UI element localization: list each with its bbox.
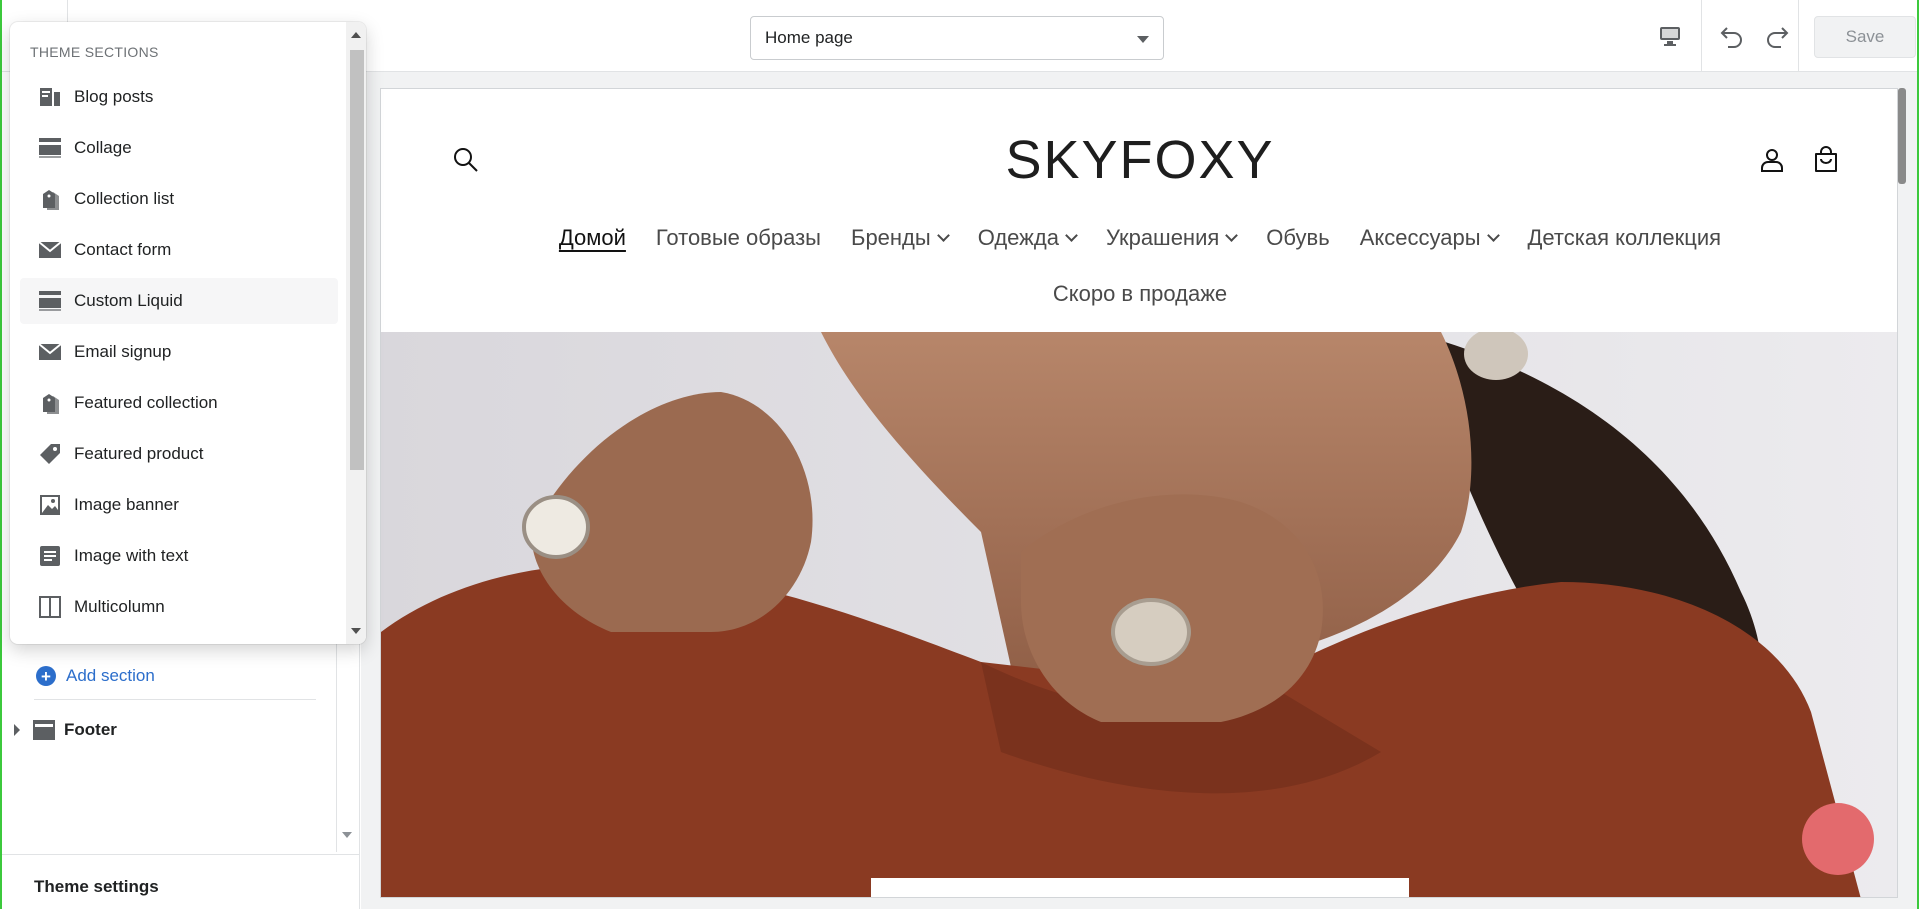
toolbar-divider bbox=[1701, 0, 1702, 72]
banner-content-box bbox=[871, 878, 1409, 897]
section-option-label: Blog posts bbox=[74, 87, 154, 106]
caret-right-icon bbox=[14, 724, 20, 736]
theme-sections-list: Blog posts Collage Collection list Conta… bbox=[20, 74, 338, 635]
section-icon bbox=[38, 136, 62, 160]
sidebar-scroll-down-icon[interactable] bbox=[342, 832, 352, 838]
plus-circle-icon: + bbox=[36, 666, 56, 686]
store-header[interactable]: SKYFOXY Домой Готовые образы Бренды Одеж… bbox=[381, 89, 1897, 332]
nav-item-brands[interactable]: Бренды bbox=[851, 225, 950, 251]
nav-label: Готовые образы bbox=[655, 225, 821, 250]
nav-label: Аксессуары bbox=[1359, 225, 1481, 250]
popover-scrollbar[interactable] bbox=[346, 22, 366, 644]
section-icon bbox=[33, 720, 55, 740]
footer-group[interactable]: Footer bbox=[14, 712, 117, 748]
nav-label: Детская коллекция bbox=[1527, 225, 1722, 250]
section-option-label: Featured collection bbox=[74, 393, 218, 412]
store-preview[interactable]: SKYFOXY Домой Готовые образы Бренды Одеж… bbox=[380, 88, 1898, 898]
nav-item-jewelry[interactable]: Украшения bbox=[1105, 225, 1239, 251]
section-option-blog-posts[interactable]: Blog posts bbox=[20, 74, 338, 120]
hero-photo bbox=[381, 332, 1897, 897]
scroll-down-icon[interactable] bbox=[351, 628, 361, 634]
text-icon bbox=[38, 544, 62, 568]
nav-label: Домой bbox=[558, 225, 626, 250]
scroll-up-icon[interactable] bbox=[351, 32, 361, 38]
section-option-featured-collection[interactable]: Featured collection bbox=[20, 380, 338, 426]
section-option-featured-product[interactable]: Featured product bbox=[20, 431, 338, 477]
theme-sections-popover: THEME SECTIONS Blog posts Collage Collec… bbox=[10, 22, 366, 644]
section-option-image-with-text[interactable]: Image with text bbox=[20, 533, 338, 579]
section-icon bbox=[38, 289, 62, 313]
section-option-custom-liquid[interactable]: Custom Liquid bbox=[20, 278, 338, 324]
section-option-label: Collage bbox=[74, 138, 132, 157]
theme-settings-button[interactable]: Theme settings bbox=[2, 854, 360, 909]
chat-widget-button[interactable] bbox=[1802, 803, 1874, 875]
chevron-down-icon bbox=[1137, 36, 1149, 43]
nav-item-shoes[interactable]: Обувь bbox=[1266, 225, 1329, 251]
nav-label: Обувь bbox=[1266, 225, 1330, 250]
page-selector-label: Home page bbox=[765, 28, 853, 47]
section-option-label: Collection list bbox=[74, 189, 175, 208]
section-option-image-banner[interactable]: Image banner bbox=[20, 482, 338, 528]
chevron-down-icon bbox=[936, 229, 950, 242]
preview-scrollbar[interactable] bbox=[1898, 88, 1906, 184]
section-option-label: Contact form bbox=[74, 240, 172, 259]
chevron-down-icon bbox=[1065, 229, 1078, 242]
scroll-thumb[interactable] bbox=[350, 50, 364, 470]
nav-item-clothing[interactable]: Одежда bbox=[977, 225, 1078, 251]
sidebar-divider bbox=[34, 699, 316, 700]
collection-icon bbox=[38, 391, 62, 415]
nav-item-coming-soon[interactable]: Скоро в продаже bbox=[381, 281, 1897, 307]
section-option-multicolumn[interactable]: Multicolumn bbox=[20, 584, 338, 630]
nav-item-looks[interactable]: Готовые образы bbox=[656, 225, 821, 251]
store-logo[interactable]: SKYFOXY bbox=[381, 129, 1897, 191]
store-nav: Домой Готовые образы Бренды Одежда Украш… bbox=[381, 225, 1897, 251]
nav-label: Одежда bbox=[977, 225, 1059, 250]
page-selector[interactable]: Home page bbox=[750, 16, 1164, 60]
nav-item-kids[interactable]: Детская коллекция bbox=[1528, 225, 1722, 251]
nav-item-accessories[interactable]: Аксессуары bbox=[1359, 225, 1500, 251]
section-option-label: Image with text bbox=[74, 546, 189, 565]
collection-icon bbox=[38, 187, 62, 211]
nav-item-home[interactable]: Домой bbox=[559, 225, 626, 251]
popover-heading: THEME SECTIONS bbox=[30, 44, 159, 60]
nav-label: Украшения bbox=[1105, 225, 1220, 250]
blog-icon bbox=[38, 85, 62, 109]
envelope-icon bbox=[38, 340, 62, 364]
image-icon bbox=[38, 493, 62, 517]
section-option-label: Featured product bbox=[74, 444, 204, 463]
desktop-view-icon[interactable] bbox=[1654, 20, 1686, 52]
add-section-label: Add section bbox=[66, 666, 155, 685]
cart-icon[interactable] bbox=[1811, 145, 1841, 175]
footer-label: Footer bbox=[64, 720, 117, 739]
add-section-button[interactable]: + Add section bbox=[36, 661, 155, 691]
columns-icon bbox=[38, 595, 62, 619]
chevron-down-icon bbox=[1486, 229, 1500, 242]
chevron-down-icon bbox=[1225, 229, 1239, 242]
toolbar-divider bbox=[1798, 0, 1799, 72]
section-option-label: Multicolumn bbox=[74, 597, 165, 616]
account-icon[interactable] bbox=[1757, 145, 1787, 175]
hero-image-banner[interactable] bbox=[381, 332, 1897, 897]
section-option-collection-list[interactable]: Collection list bbox=[20, 176, 338, 222]
save-button[interactable]: Save bbox=[1814, 16, 1916, 58]
tag-icon bbox=[38, 442, 62, 466]
section-option-label: Email signup bbox=[74, 342, 172, 361]
nav-label: Бренды bbox=[851, 225, 931, 250]
undo-icon[interactable] bbox=[1716, 20, 1748, 52]
section-option-label: Custom Liquid bbox=[74, 291, 183, 310]
section-option-collage[interactable]: Collage bbox=[20, 125, 338, 171]
envelope-icon bbox=[38, 238, 62, 262]
redo-icon[interactable] bbox=[1761, 20, 1793, 52]
section-option-email-signup[interactable]: Email signup bbox=[20, 329, 338, 375]
section-option-contact-form[interactable]: Contact form bbox=[20, 227, 338, 273]
section-option-label: Image banner bbox=[74, 495, 179, 514]
